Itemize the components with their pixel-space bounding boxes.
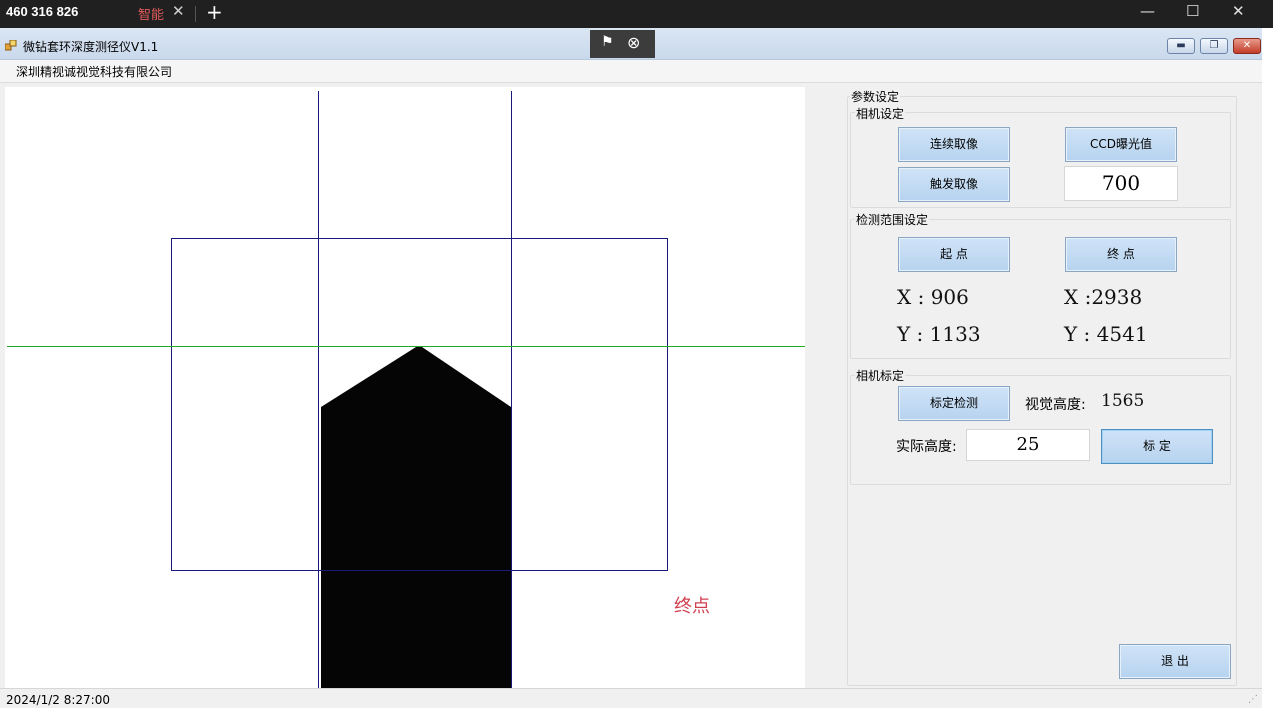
drill-bit-silhouette: [321, 347, 511, 688]
connection-id: 460 316 826: [6, 4, 79, 19]
end-point-label: 终点: [674, 596, 710, 617]
visual-height-label: 视觉高度:: [1025, 397, 1086, 413]
continuous-capture-button[interactable]: 连续取像: [898, 127, 1010, 162]
detection-range-title: 检测范围设定: [855, 211, 930, 228]
status-datetime: 2024/1/2 8:27:00: [6, 693, 110, 707]
calibration-title: 相机标定: [855, 367, 906, 384]
plus-icon[interactable]: +: [206, 0, 223, 24]
minimize-icon[interactable]: —: [1140, 2, 1155, 20]
remote-float-toolbar: ⚑ ⊗: [590, 30, 655, 58]
camera-settings-title: 相机设定: [855, 105, 906, 122]
resize-grip-icon[interactable]: ⋰: [1248, 694, 1258, 705]
app-minimize-button[interactable]: ▬: [1167, 38, 1195, 54]
start-y-value: Y : 1133: [897, 322, 981, 346]
exit-button[interactable]: 退 出: [1119, 644, 1231, 679]
end-y-value: Y : 4541: [1064, 322, 1148, 346]
status-bar: 2024/1/2 8:27:00 ⋰: [0, 688, 1262, 708]
maximize-icon[interactable]: ☐: [1186, 2, 1199, 20]
app-icon: [5, 40, 17, 51]
end-point-button[interactable]: 终 点: [1065, 237, 1177, 272]
close-circle-icon[interactable]: ⊗: [627, 33, 640, 52]
visual-height-value: 1565: [1101, 391, 1145, 411]
actual-height-label: 实际高度:: [896, 439, 957, 455]
end-x-value: X :2938: [1064, 285, 1143, 309]
actual-height-field[interactable]: 25: [966, 429, 1090, 461]
start-point-button[interactable]: 起 点: [898, 237, 1010, 272]
params-title: 参数设定: [850, 88, 901, 105]
app-restore-button[interactable]: ❐: [1200, 38, 1228, 54]
ccd-exposure-button[interactable]: CCD曝光值: [1065, 127, 1177, 162]
window-title: 微钻套环深度测径仪V1.1: [23, 40, 159, 54]
app-close-button[interactable]: ✕: [1233, 38, 1261, 54]
remote-session-bar: 460 316 826 智能 ✕ + — ☐ ✕: [0, 0, 1273, 28]
close-window-icon[interactable]: ✕: [1232, 2, 1245, 20]
exposure-value-field[interactable]: 700: [1064, 166, 1178, 201]
close-icon[interactable]: ✕: [172, 2, 185, 20]
calibration-detect-button[interactable]: 标定检测: [898, 386, 1010, 421]
camera-image-view[interactable]: 终点: [5, 87, 805, 688]
menu-bar: 深圳精视诚视觉科技有限公司: [0, 60, 1262, 83]
calibrate-button[interactable]: 标 定: [1101, 429, 1213, 464]
divider: [195, 6, 196, 22]
trigger-capture-button[interactable]: 触发取像: [898, 167, 1010, 202]
session-tab[interactable]: 智能: [138, 4, 164, 23]
app-title-bar: 微钻套环深度测径仪V1.1 ⚑ ⊗ ▬ ❐ ✕: [0, 28, 1262, 60]
flag-icon[interactable]: ⚑: [601, 34, 614, 50]
desktop-edge: [1262, 28, 1273, 708]
parameter-panel: 参数设定 相机设定 连续取像 CCD曝光值 触发取像 700 检测范围设定 起 …: [845, 88, 1240, 686]
company-menu[interactable]: 深圳精视诚视觉科技有限公司: [16, 63, 172, 80]
start-x-value: X : 906: [897, 285, 969, 309]
